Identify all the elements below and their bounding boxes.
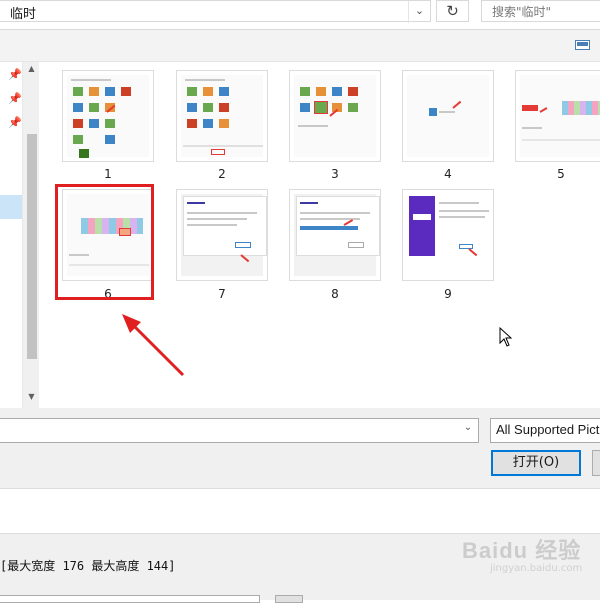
baidu-watermark: Baidu 经验 jingyan.baidu.com	[462, 531, 600, 591]
bottom-input[interactable]	[0, 595, 260, 603]
bottom-button[interactable]	[275, 595, 303, 603]
open-button[interactable]: 打开(O)	[491, 450, 581, 476]
annotation-arrow-thumbnail	[122, 314, 185, 377]
watermark-url: jingyan.baidu.com	[490, 563, 583, 574]
file-type-select[interactable]: All Supported Pict	[490, 418, 600, 443]
chevron-down-icon[interactable]: ⌄	[460, 422, 476, 439]
filename-input[interactable]: ⌄	[0, 418, 479, 443]
cancel-button[interactable]	[592, 450, 600, 476]
preview-area	[0, 488, 600, 534]
watermark-brand: Baidu 经验	[462, 538, 582, 563]
mouse-cursor-icon	[499, 327, 513, 347]
size-hint-text: [最大宽度 176 最大高度 144]	[0, 559, 176, 573]
